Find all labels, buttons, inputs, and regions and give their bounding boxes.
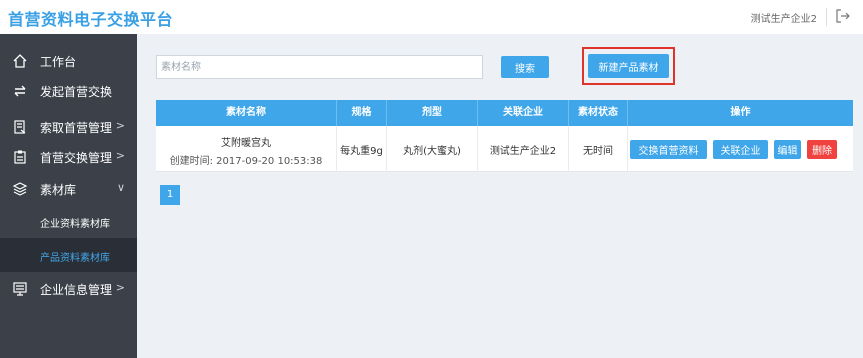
chevron-down-icon: ∨	[116, 181, 125, 194]
sidebar: 工作台 发起首营交换 索取首营管理 > 首营交换管理 > 素材库 ∨ 企业资料素…	[0, 34, 137, 358]
sidebar-subitem-product-materials[interactable]: 产品资料素材库	[0, 238, 137, 272]
sidebar-item-label: 工作台	[40, 55, 77, 69]
company-value: 测试生产企业2	[489, 146, 557, 157]
sidebar-item-material-library[interactable]: 素材库 ∨	[0, 174, 137, 204]
cell-spec: 每丸重9g	[337, 126, 387, 172]
spec-value: 每丸重9g	[340, 146, 383, 157]
sidebar-item-label: 素材库	[40, 183, 77, 197]
column-header-company: 关联企业	[478, 100, 569, 126]
current-user[interactable]: 测试生产企业2	[751, 10, 817, 25]
delete-button[interactable]: 删除	[807, 140, 837, 159]
column-header-name: 素材名称	[156, 100, 337, 126]
form-value: 丸剂(大蜜丸)	[403, 146, 461, 157]
top-bar: 首营资料电子交换平台 测试生产企业2	[0, 0, 863, 34]
home-icon	[13, 54, 27, 68]
sidebar-item-company-info[interactable]: 企业信息管理 >	[0, 274, 137, 304]
link-company-button[interactable]: 关联企业	[713, 140, 768, 159]
page-1-button[interactable]: 1	[160, 185, 180, 205]
chevron-right-icon: >	[115, 149, 125, 162]
sidebar-subitem-company-materials[interactable]: 企业资料素材库	[0, 204, 137, 238]
logout-icon[interactable]	[835, 8, 851, 24]
column-header-actions: 操作	[730, 107, 751, 118]
material-name-input[interactable]	[156, 55, 483, 79]
clipboard-icon	[14, 150, 26, 164]
material-name: 艾附暖宫丸	[221, 138, 271, 149]
sidebar-item-label: 企业信息管理	[40, 283, 113, 297]
sidebar-item-exchange-management[interactable]: 首营交换管理 >	[0, 142, 137, 172]
app-title: 首营资料电子交换平台	[8, 10, 174, 29]
search-button[interactable]: 搜索	[501, 56, 549, 78]
cell-name: 艾附暖宫丸 创建时间: 2017-09-20 10:53:38	[156, 126, 337, 172]
chevron-right-icon: >	[115, 119, 125, 132]
table-header: 素材名称 规格 剂型 关联企业 素材状态 操作	[156, 100, 853, 126]
cell-form: 丸剂(大蜜丸)	[387, 126, 478, 172]
exchange-materials-button[interactable]: 交换首营资料	[630, 140, 707, 159]
building-icon	[13, 282, 27, 296]
column-header-form: 剂型	[387, 100, 478, 126]
request-icon	[14, 120, 26, 134]
chevron-right-icon: >	[115, 281, 125, 294]
layers-icon	[12, 182, 28, 196]
column-header-status: 素材状态	[569, 100, 628, 126]
sidebar-item-workbench[interactable]: 工作台	[0, 46, 137, 76]
cell-status: 无时间	[569, 126, 628, 172]
created-time: 创建时间: 2017-09-20 10:53:38	[169, 156, 323, 167]
sidebar-subitem-label: 产品资料素材库	[40, 253, 110, 264]
sidebar-item-label: 索取首营管理	[40, 121, 113, 135]
table-row: 艾附暖宫丸 创建时间: 2017-09-20 10:53:38 每丸重9g 丸剂…	[156, 126, 853, 172]
status-value: 无时间	[583, 146, 613, 157]
cell-company: 测试生产企业2	[478, 126, 569, 172]
new-product-material-button[interactable]: 新建产品素材	[588, 54, 669, 78]
column-header-spec: 规格	[337, 100, 387, 126]
divider	[826, 8, 827, 26]
sidebar-subitem-label: 企业资料素材库	[40, 219, 110, 230]
sidebar-item-request-management[interactable]: 索取首营管理 >	[0, 112, 137, 142]
exchange-icon	[14, 85, 26, 97]
edit-button[interactable]: 编辑	[774, 140, 801, 159]
cell-actions: 交换首营资料 关联企业 编辑 删除	[628, 126, 853, 172]
sidebar-item-label: 发起首营交换	[40, 85, 113, 99]
sidebar-item-label: 首营交换管理	[40, 151, 113, 165]
sidebar-item-initiate-exchange[interactable]: 发起首营交换	[0, 76, 137, 106]
